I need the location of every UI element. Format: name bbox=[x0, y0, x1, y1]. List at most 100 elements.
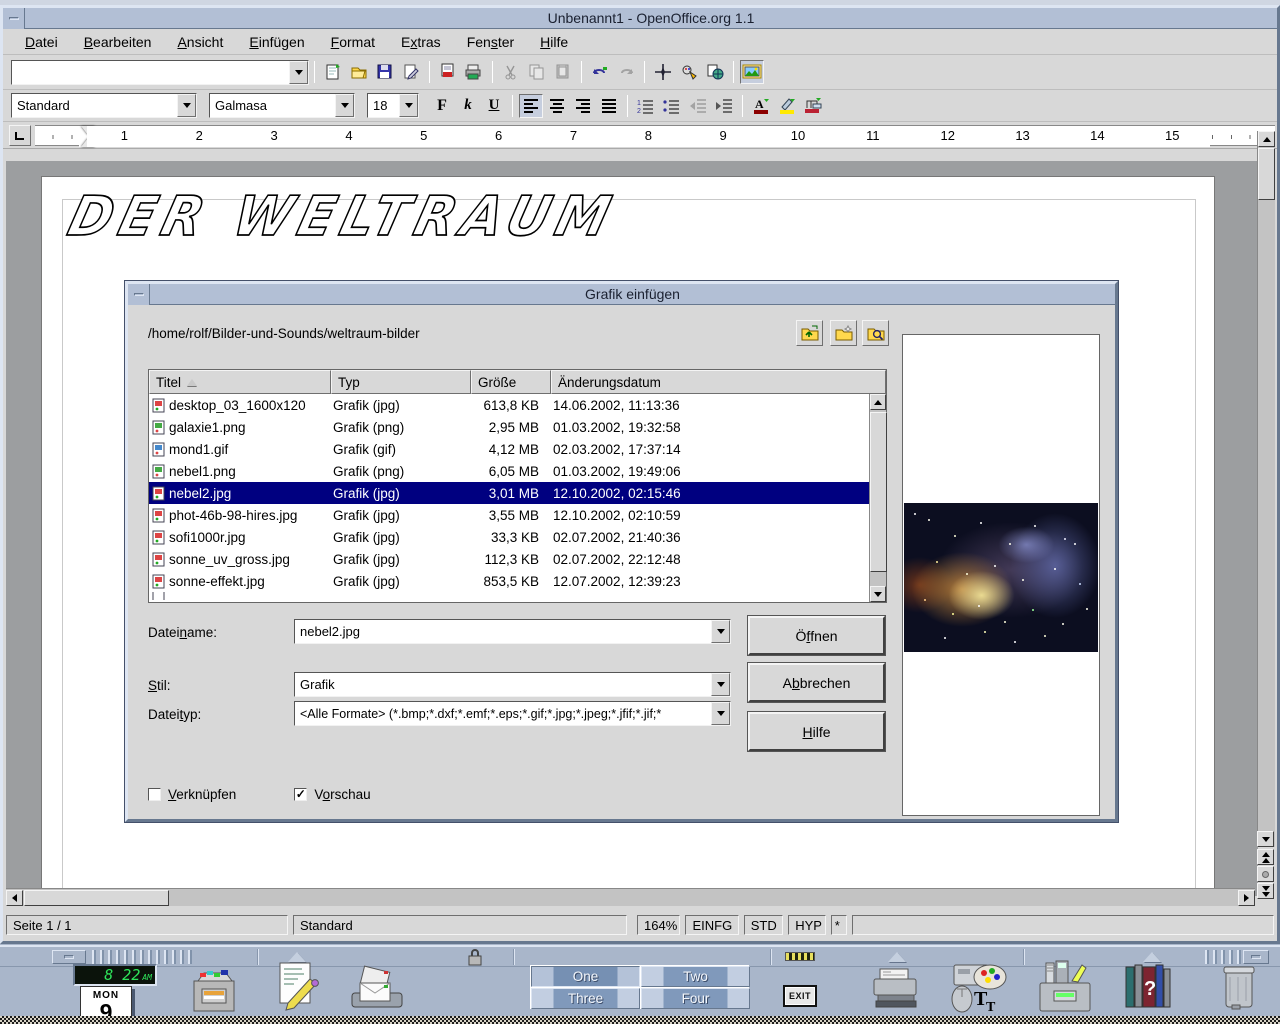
paragraph-style-combobox[interactable]: Standard bbox=[11, 93, 197, 118]
workspace-three-button[interactable]: Three bbox=[531, 988, 640, 1009]
menu-datei[interactable]: Datei bbox=[13, 31, 70, 53]
default-directory-button[interactable] bbox=[862, 320, 889, 346]
style-dropdown-button[interactable] bbox=[177, 94, 196, 117]
copy-icon[interactable] bbox=[525, 60, 549, 84]
lock-icon[interactable] bbox=[466, 948, 484, 966]
menu-extras[interactable]: Extras bbox=[389, 31, 453, 53]
next-page-icon[interactable] bbox=[1257, 883, 1274, 899]
preview-checkbox[interactable]: Vorschau bbox=[294, 787, 371, 802]
size-dropdown-button[interactable] bbox=[399, 94, 418, 117]
status-page-style[interactable]: Standard bbox=[292, 915, 627, 935]
file-row[interactable]: desktop_03_1600x120 Grafik (jpg) 613,8 KB 1… bbox=[149, 394, 869, 416]
file-row[interactable]: sofi1000r.jpg Grafik (jpg) 33,3 KB 02.07.20… bbox=[149, 526, 869, 548]
help-icon[interactable]: ? bbox=[1122, 961, 1174, 1013]
window-titlebar[interactable]: Unbenannt1 - OpenOffice.org 1.1 bbox=[3, 7, 1277, 29]
filename-combobox[interactable]: nebel2.jpg bbox=[294, 619, 731, 644]
file-row[interactable]: nebel2.jpg Grafik (jpg) 3,01 MB 12.10.2002,… bbox=[149, 482, 869, 504]
undo-icon[interactable] bbox=[588, 60, 612, 84]
bold-icon[interactable]: F bbox=[430, 94, 454, 118]
font-color-icon[interactable]: A bbox=[749, 94, 773, 118]
paragraph-background-icon[interactable] bbox=[801, 94, 825, 118]
list-scrollbar-thumb[interactable] bbox=[870, 412, 887, 572]
printer-icon[interactable] bbox=[462, 60, 486, 84]
clock[interactable]: 8 22 AM bbox=[73, 964, 157, 986]
style-dropdown-button[interactable] bbox=[711, 673, 730, 696]
scroll-down-icon[interactable] bbox=[1257, 831, 1274, 847]
file-row[interactable]: mond1.gif Grafik (gif) 4,12 MB 02.03.2002, … bbox=[149, 438, 869, 460]
column-header-titel[interactable]: Titel bbox=[149, 370, 331, 394]
save-icon[interactable] bbox=[373, 60, 397, 84]
column-header-aenderungsdatum[interactable]: Änderungsdatum bbox=[551, 370, 886, 394]
url-dropdown-button[interactable] bbox=[289, 60, 308, 84]
font-size-combobox[interactable]: 18 bbox=[367, 93, 419, 118]
style-manager-icon[interactable]: TT bbox=[948, 959, 1010, 1015]
file-row[interactable]: sonne_uv_gross.jpg Grafik (jpg) 112,3 KB 02… bbox=[149, 548, 869, 570]
align-center-icon[interactable] bbox=[545, 94, 569, 118]
dialog-titlebar[interactable]: Grafik einfügen bbox=[128, 283, 1115, 305]
font-name-combobox[interactable]: Galmasa bbox=[209, 93, 355, 118]
paste-icon[interactable] bbox=[551, 60, 575, 84]
menu-format[interactable]: Format bbox=[319, 31, 387, 53]
mail-icon[interactable] bbox=[348, 961, 406, 1013]
dialog-window-menu-button[interactable] bbox=[128, 283, 150, 305]
tab-type-selector[interactable] bbox=[9, 124, 31, 146]
align-left-icon[interactable] bbox=[519, 93, 543, 118]
align-right-icon[interactable] bbox=[571, 94, 595, 118]
horizontal-scrollbar[interactable] bbox=[6, 888, 1255, 906]
panel-grip[interactable] bbox=[92, 950, 192, 964]
insert-graphic-icon[interactable] bbox=[740, 60, 764, 84]
subpanel-arrow-icon[interactable] bbox=[888, 952, 906, 962]
workspace-one-button[interactable]: One bbox=[531, 966, 640, 987]
filetype-combobox[interactable]: <Alle Formate> (*.bmp;*.dxf;*.emf;*.eps;… bbox=[294, 701, 731, 726]
edit-file-icon[interactable] bbox=[399, 60, 423, 84]
status-hyperlink-mode[interactable]: HYP bbox=[788, 915, 826, 935]
redo-icon[interactable] bbox=[614, 60, 638, 84]
file-row[interactable]: phot-46b-98-hires.jpg Grafik (jpg) 3,55 MB… bbox=[149, 504, 869, 526]
increase-indent-icon[interactable] bbox=[712, 94, 736, 118]
vertical-scrollbar-thumb[interactable] bbox=[1258, 148, 1275, 200]
decrease-indent-icon[interactable] bbox=[686, 94, 710, 118]
numbered-list-icon[interactable]: 12 bbox=[634, 94, 658, 118]
scroll-left-icon[interactable] bbox=[6, 889, 23, 906]
status-selection-mode[interactable]: STD bbox=[743, 915, 784, 935]
gallery-icon[interactable] bbox=[677, 60, 701, 84]
navigator-icon[interactable] bbox=[651, 60, 675, 84]
menu-ansicht[interactable]: Ansicht bbox=[165, 31, 235, 53]
text-editor-icon[interactable] bbox=[272, 959, 322, 1015]
highlighting-icon[interactable] bbox=[775, 94, 799, 118]
navigation-dot-icon[interactable] bbox=[1257, 866, 1274, 882]
justify-icon[interactable] bbox=[597, 94, 621, 118]
online-layout-icon[interactable] bbox=[703, 60, 727, 84]
list-scrollbar[interactable] bbox=[869, 394, 887, 602]
url-combobox[interactable] bbox=[11, 59, 309, 85]
application-manager-icon[interactable] bbox=[1036, 959, 1096, 1015]
list-scroll-down-icon[interactable] bbox=[870, 586, 886, 602]
horizontal-scrollbar-thumb[interactable] bbox=[24, 890, 169, 906]
file-row[interactable]: sonne-effekt.jpg Grafik (jpg) 853,5 KB 12.0… bbox=[149, 570, 869, 592]
workspace-two-button[interactable]: Two bbox=[641, 966, 750, 987]
file-row[interactable]: nebel1.png Grafik (png) 6,05 MB 01.03.2002,… bbox=[149, 460, 869, 482]
underline-icon[interactable]: U bbox=[482, 94, 506, 118]
filetype-dropdown-button[interactable] bbox=[711, 702, 730, 725]
new-document-icon[interactable] bbox=[321, 60, 345, 84]
cancel-button[interactable]: Ab brechen bbox=[747, 662, 886, 703]
exit-button[interactable]: EXIT bbox=[783, 985, 817, 1007]
file-row[interactable]: galaxie1.png Grafik (png) 2,95 MB 01.03.200… bbox=[149, 416, 869, 438]
link-checkbox[interactable]: Verknüpfen bbox=[148, 787, 236, 802]
scroll-up-icon[interactable] bbox=[1258, 131, 1275, 147]
print-file-direct-icon[interactable] bbox=[436, 60, 460, 84]
status-page[interactable]: Seite 1 / 1 bbox=[6, 915, 288, 935]
open-icon[interactable] bbox=[347, 60, 371, 84]
workspace-four-button[interactable]: Four bbox=[641, 988, 750, 1009]
up-one-level-button[interactable] bbox=[796, 320, 823, 346]
window-menu-button[interactable] bbox=[3, 7, 25, 29]
bullet-list-icon[interactable] bbox=[660, 94, 684, 118]
list-scroll-up-icon[interactable] bbox=[870, 394, 886, 410]
vertical-scrollbar[interactable] bbox=[1257, 131, 1275, 847]
menu-bearbeiten[interactable]: Bearbeiten bbox=[72, 31, 164, 53]
status-zoom[interactable]: 164% bbox=[637, 915, 681, 935]
previous-page-icon[interactable] bbox=[1257, 849, 1274, 865]
printer-icon[interactable] bbox=[868, 965, 924, 1013]
style-combobox[interactable]: Grafik bbox=[294, 672, 731, 697]
create-new-directory-button[interactable] bbox=[830, 320, 857, 346]
